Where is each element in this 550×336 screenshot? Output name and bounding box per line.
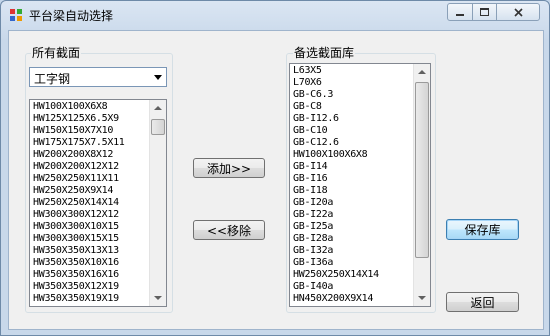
list-item[interactable]: GB-C10 [293,125,379,137]
app-icon [10,9,22,21]
list-item[interactable]: HW350X350X19X19 [33,293,125,305]
minimize-icon [456,14,464,16]
list-item[interactable]: GB-C12.6 [293,137,379,149]
candidate-library-items: L63X5 L70X6 GB-C6.3 GB-C8 GB-I12.6 GB-C10 GB-C… [293,65,379,305]
list-item[interactable]: HW125X125X6.5X9 [33,113,125,125]
list-item[interactable]: GB-I22a [293,209,379,221]
minimize-button[interactable] [447,3,473,21]
scroll-up-button[interactable] [150,100,166,116]
maximize-icon [480,8,489,16]
all-sections-items: HW100X100X6X8 HW125X125X6.5X9 HW150X150X7X… [33,101,125,305]
scroll-up-button[interactable] [414,64,430,80]
window-title: 平台梁自动选择 [29,9,114,23]
all-sections-scrollbar[interactable] [149,100,166,306]
title-bar[interactable]: 平台梁自动选择 [1,1,549,29]
list-item[interactable]: HW250X250X14X14 [293,269,379,281]
section-type-combo[interactable]: 工字钢 [29,67,167,87]
scroll-thumb[interactable] [151,119,165,135]
arrow-up-icon [154,106,162,110]
candidate-library-scrollbar[interactable] [413,64,430,306]
chevron-down-icon[interactable] [154,75,162,80]
add-button[interactable]: 添加>> [193,158,265,178]
scroll-thumb[interactable] [415,82,429,258]
list-item[interactable]: GB-C6.3 [293,89,379,101]
list-item[interactable]: HW250X250X14X14 [33,197,125,209]
list-item[interactable]: HW175X175X7.5X11 [33,137,125,149]
list-item[interactable]: GB-I36a [293,257,379,269]
arrow-down-icon [154,296,162,300]
list-item[interactable]: HW250X250X11X11 [33,173,125,185]
list-item[interactable]: GB-I25a [293,221,379,233]
list-item[interactable]: GB-I18 [293,185,379,197]
all-sections-label: 所有截面 [31,44,82,61]
list-item[interactable]: GB-I28a [293,233,379,245]
list-item[interactable]: HW100X100X6X8 [293,149,379,161]
scroll-down-button[interactable] [414,290,430,306]
maximize-button[interactable] [472,3,497,21]
back-button[interactable]: 返回 [446,292,519,312]
list-item[interactable]: HW350X350X12X19 [33,281,125,293]
list-item[interactable]: L63X5 [293,65,379,77]
list-item[interactable]: GB-I16 [293,173,379,185]
list-item[interactable]: HN450X200X9X14 [293,293,379,305]
list-item[interactable]: GB-C8 [293,101,379,113]
list-item[interactable]: HW350X350X13X13 [33,245,125,257]
list-item[interactable]: HW300X300X10X15 [33,221,125,233]
list-item[interactable]: HW250X250X9X14 [33,185,125,197]
list-item[interactable]: HW350X350X10X16 [33,257,125,269]
list-item[interactable]: GB-I40a [293,281,379,293]
all-sections-list[interactable]: HW100X100X6X8 HW125X125X6.5X9 HW150X150X7X… [29,99,167,307]
list-item[interactable]: GB-I32a [293,245,379,257]
list-item[interactable]: HW200X200X8X12 [33,149,125,161]
list-item[interactable]: GB-I12.6 [293,113,379,125]
list-item[interactable]: HW200X200X12X12 [33,161,125,173]
close-icon [513,7,523,17]
list-item[interactable]: HW100X100X6X8 [33,101,125,113]
list-item[interactable]: HW350X350X16X16 [33,269,125,281]
candidate-library-list[interactable]: L63X5 L70X6 GB-C6.3 GB-C8 GB-I12.6 GB-C10 GB-C… [289,63,431,307]
close-button[interactable] [496,3,540,21]
arrow-up-icon [418,70,426,74]
list-item[interactable]: HW150X150X7X10 [33,125,125,137]
list-item[interactable]: HW300X300X15X15 [33,233,125,245]
candidate-library-label: 备选截面库 [293,44,356,61]
list-item[interactable]: GB-I20a [293,197,379,209]
arrow-down-icon [418,296,426,300]
scroll-down-button[interactable] [150,290,166,306]
list-item[interactable]: HW300X300X12X12 [33,209,125,221]
list-item[interactable]: GB-I14 [293,161,379,173]
section-type-value: 工字钢 [34,72,71,86]
dialog-window: 平台梁自动选择 所有截面 工字钢 HW100X100X6X8 HW125X125X… [0,0,550,336]
list-item[interactable]: L70X6 [293,77,379,89]
remove-button[interactable]: <<移除 [193,220,265,240]
save-library-button[interactable]: 保存库 [446,219,519,240]
